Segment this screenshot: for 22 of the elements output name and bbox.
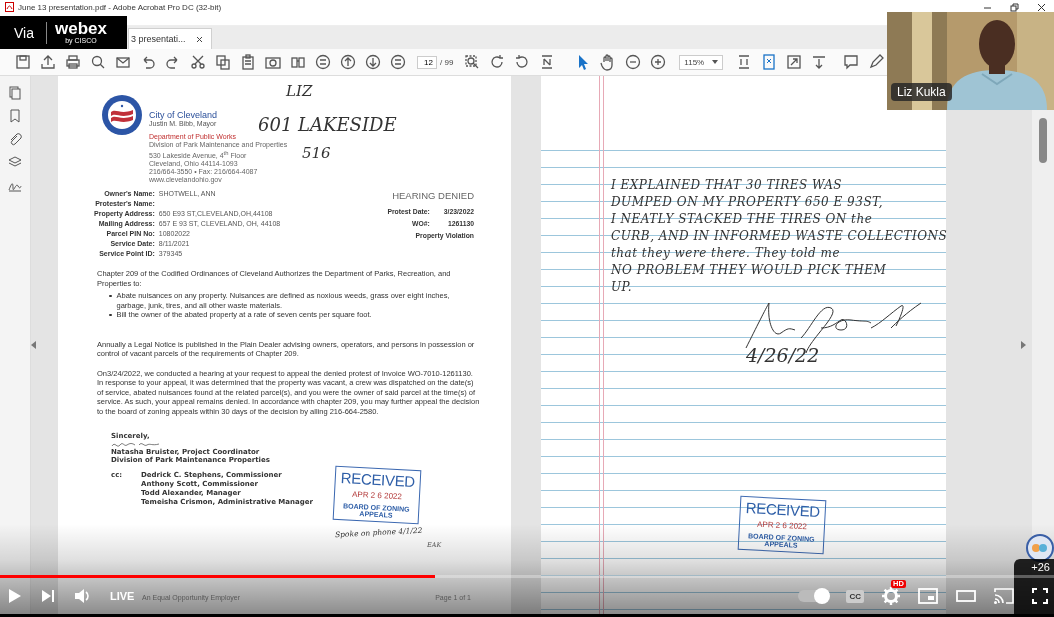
handwritten-line: DUMPED ON MY PROPERTY 650 E 93ST, [611,194,884,211]
handwritten-line: UP. [611,279,633,296]
handwritten-line: I EXPLAINED THAT 30 TIRES WAS [611,177,843,194]
handwritten-line: that they were there. They told me [611,245,841,262]
handwritten-note: 516 [302,144,331,162]
zoom-dropdown[interactable]: 115% [679,54,724,70]
participant-name: Liz Kukla [891,83,952,101]
logo-text: webex [55,20,107,37]
handwritten-line: NO PROBLEM THEY WOULD PICK THEM [611,262,887,279]
handwritten-note: LIZ [286,82,313,100]
organization-name: City of Cleveland [149,110,218,120]
handwritten-line: CURB, AND IN INFORMED WASTE COLLECTIONS [611,228,948,245]
hearing-status: HEARING DENIED [392,190,474,201]
handwritten-line: I NEATLY STACKED THE TIRES ON the [611,211,873,228]
document-tab[interactable]: 3 presentati... [128,28,212,49]
viewer-count: +26 [1031,561,1050,573]
handwritten-note: 601 LAKESIDE [258,114,397,135]
page-number-field[interactable]: 12 [417,55,437,69]
logo-text: Via [0,21,47,44]
page-total: / 99 [440,57,454,67]
window-title: June 13 presentation.pdf - Adobe Acrobat Pro DC (32-bit) [18,2,222,12]
handwritten-date: 4/26/22 [746,344,820,366]
